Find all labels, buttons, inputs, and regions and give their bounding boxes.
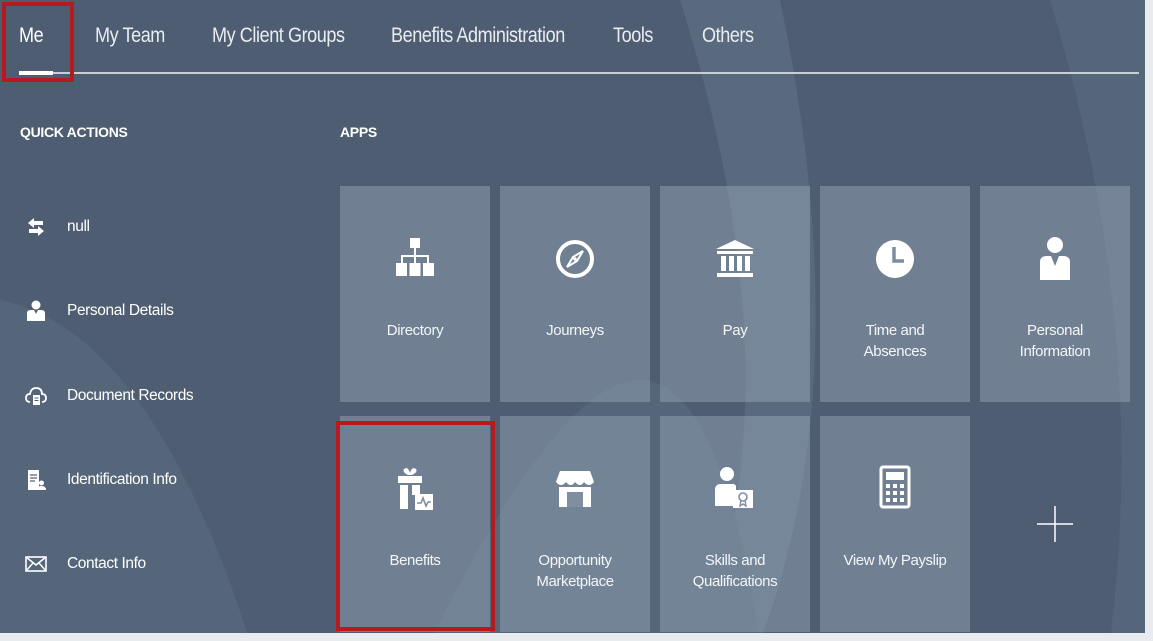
tile-label: Skills and Qualifications xyxy=(692,552,778,590)
bottom-frame xyxy=(0,633,1153,641)
gift-health-icon xyxy=(392,466,438,512)
quick-action-contact-info[interactable]: Contact Info xyxy=(25,548,146,580)
plus-icon xyxy=(1035,504,1075,544)
app-tile-opportunity-marketplace[interactable]: Opportunity Marketplace xyxy=(500,416,650,632)
clock-icon xyxy=(872,236,918,282)
person-certificate-icon xyxy=(712,466,758,512)
quick-action-label: null xyxy=(67,218,90,235)
app-tile-benefits[interactable]: Benefits xyxy=(340,416,490,632)
tab-benefits-administration[interactable]: Benefits Administration xyxy=(391,24,565,56)
tab-me[interactable]: Me xyxy=(19,24,44,56)
compass-icon xyxy=(552,236,598,282)
quick-action-identification-info[interactable]: Identification Info xyxy=(25,464,177,496)
quick-action-null[interactable]: null xyxy=(25,211,90,243)
app-tile-personal-information[interactable]: Personal Information xyxy=(980,186,1130,402)
calculator-icon xyxy=(872,464,918,510)
tab-my-client-groups[interactable]: My Client Groups xyxy=(212,24,345,56)
top-navigation: Me My Team My Client Groups Benefits Adm… xyxy=(0,0,1145,76)
tab-others[interactable]: Others xyxy=(702,24,754,56)
org-chart-icon xyxy=(392,236,438,282)
quick-action-personal-details[interactable]: Personal Details xyxy=(25,295,174,327)
apps-heading: APPS xyxy=(340,124,377,140)
person-icon xyxy=(25,300,47,322)
right-frame xyxy=(1145,0,1153,641)
tile-label: Directory xyxy=(386,322,444,339)
tab-tools[interactable]: Tools xyxy=(613,24,653,56)
bank-icon xyxy=(712,236,758,282)
tile-label: Journeys xyxy=(546,322,604,339)
tile-label: Benefits xyxy=(389,552,441,569)
person-badge-icon xyxy=(1032,236,1078,282)
add-app-tile[interactable] xyxy=(980,416,1130,632)
nav-divider xyxy=(22,72,1139,74)
app-tile-pay[interactable]: Pay xyxy=(660,186,810,402)
app-tile-time-and-absences[interactable]: Time and Absences xyxy=(820,186,970,402)
tile-label: View My Payslip xyxy=(843,552,947,569)
quick-actions-heading: QUICK ACTIONS xyxy=(20,124,128,140)
id-document-icon xyxy=(25,469,47,491)
tab-my-team[interactable]: My Team xyxy=(95,24,165,56)
tile-label: Opportunity Marketplace xyxy=(536,552,614,590)
cloud-document-icon xyxy=(25,385,47,407)
quick-action-label: Contact Info xyxy=(67,555,146,572)
tile-label: Pay xyxy=(722,322,748,339)
app-tile-view-my-payslip[interactable]: View My Payslip xyxy=(820,416,970,632)
app-tile-journeys[interactable]: Journeys xyxy=(500,186,650,402)
tile-label: Personal Information xyxy=(1019,322,1091,360)
app-tile-directory[interactable]: Directory xyxy=(340,186,490,402)
quick-action-document-records[interactable]: Document Records xyxy=(25,380,194,412)
quick-action-label: Document Records xyxy=(67,387,194,404)
quick-action-label: Identification Info xyxy=(67,471,177,488)
quick-action-label: Personal Details xyxy=(67,302,174,319)
envelope-icon xyxy=(25,553,47,575)
storefront-icon xyxy=(552,466,598,512)
tile-label: Time and Absences xyxy=(863,322,927,360)
app-tile-skills-and-qualifications[interactable]: Skills and Qualifications xyxy=(660,416,810,632)
transfer-arrows-icon xyxy=(25,216,47,238)
active-tab-indicator xyxy=(19,71,53,75)
